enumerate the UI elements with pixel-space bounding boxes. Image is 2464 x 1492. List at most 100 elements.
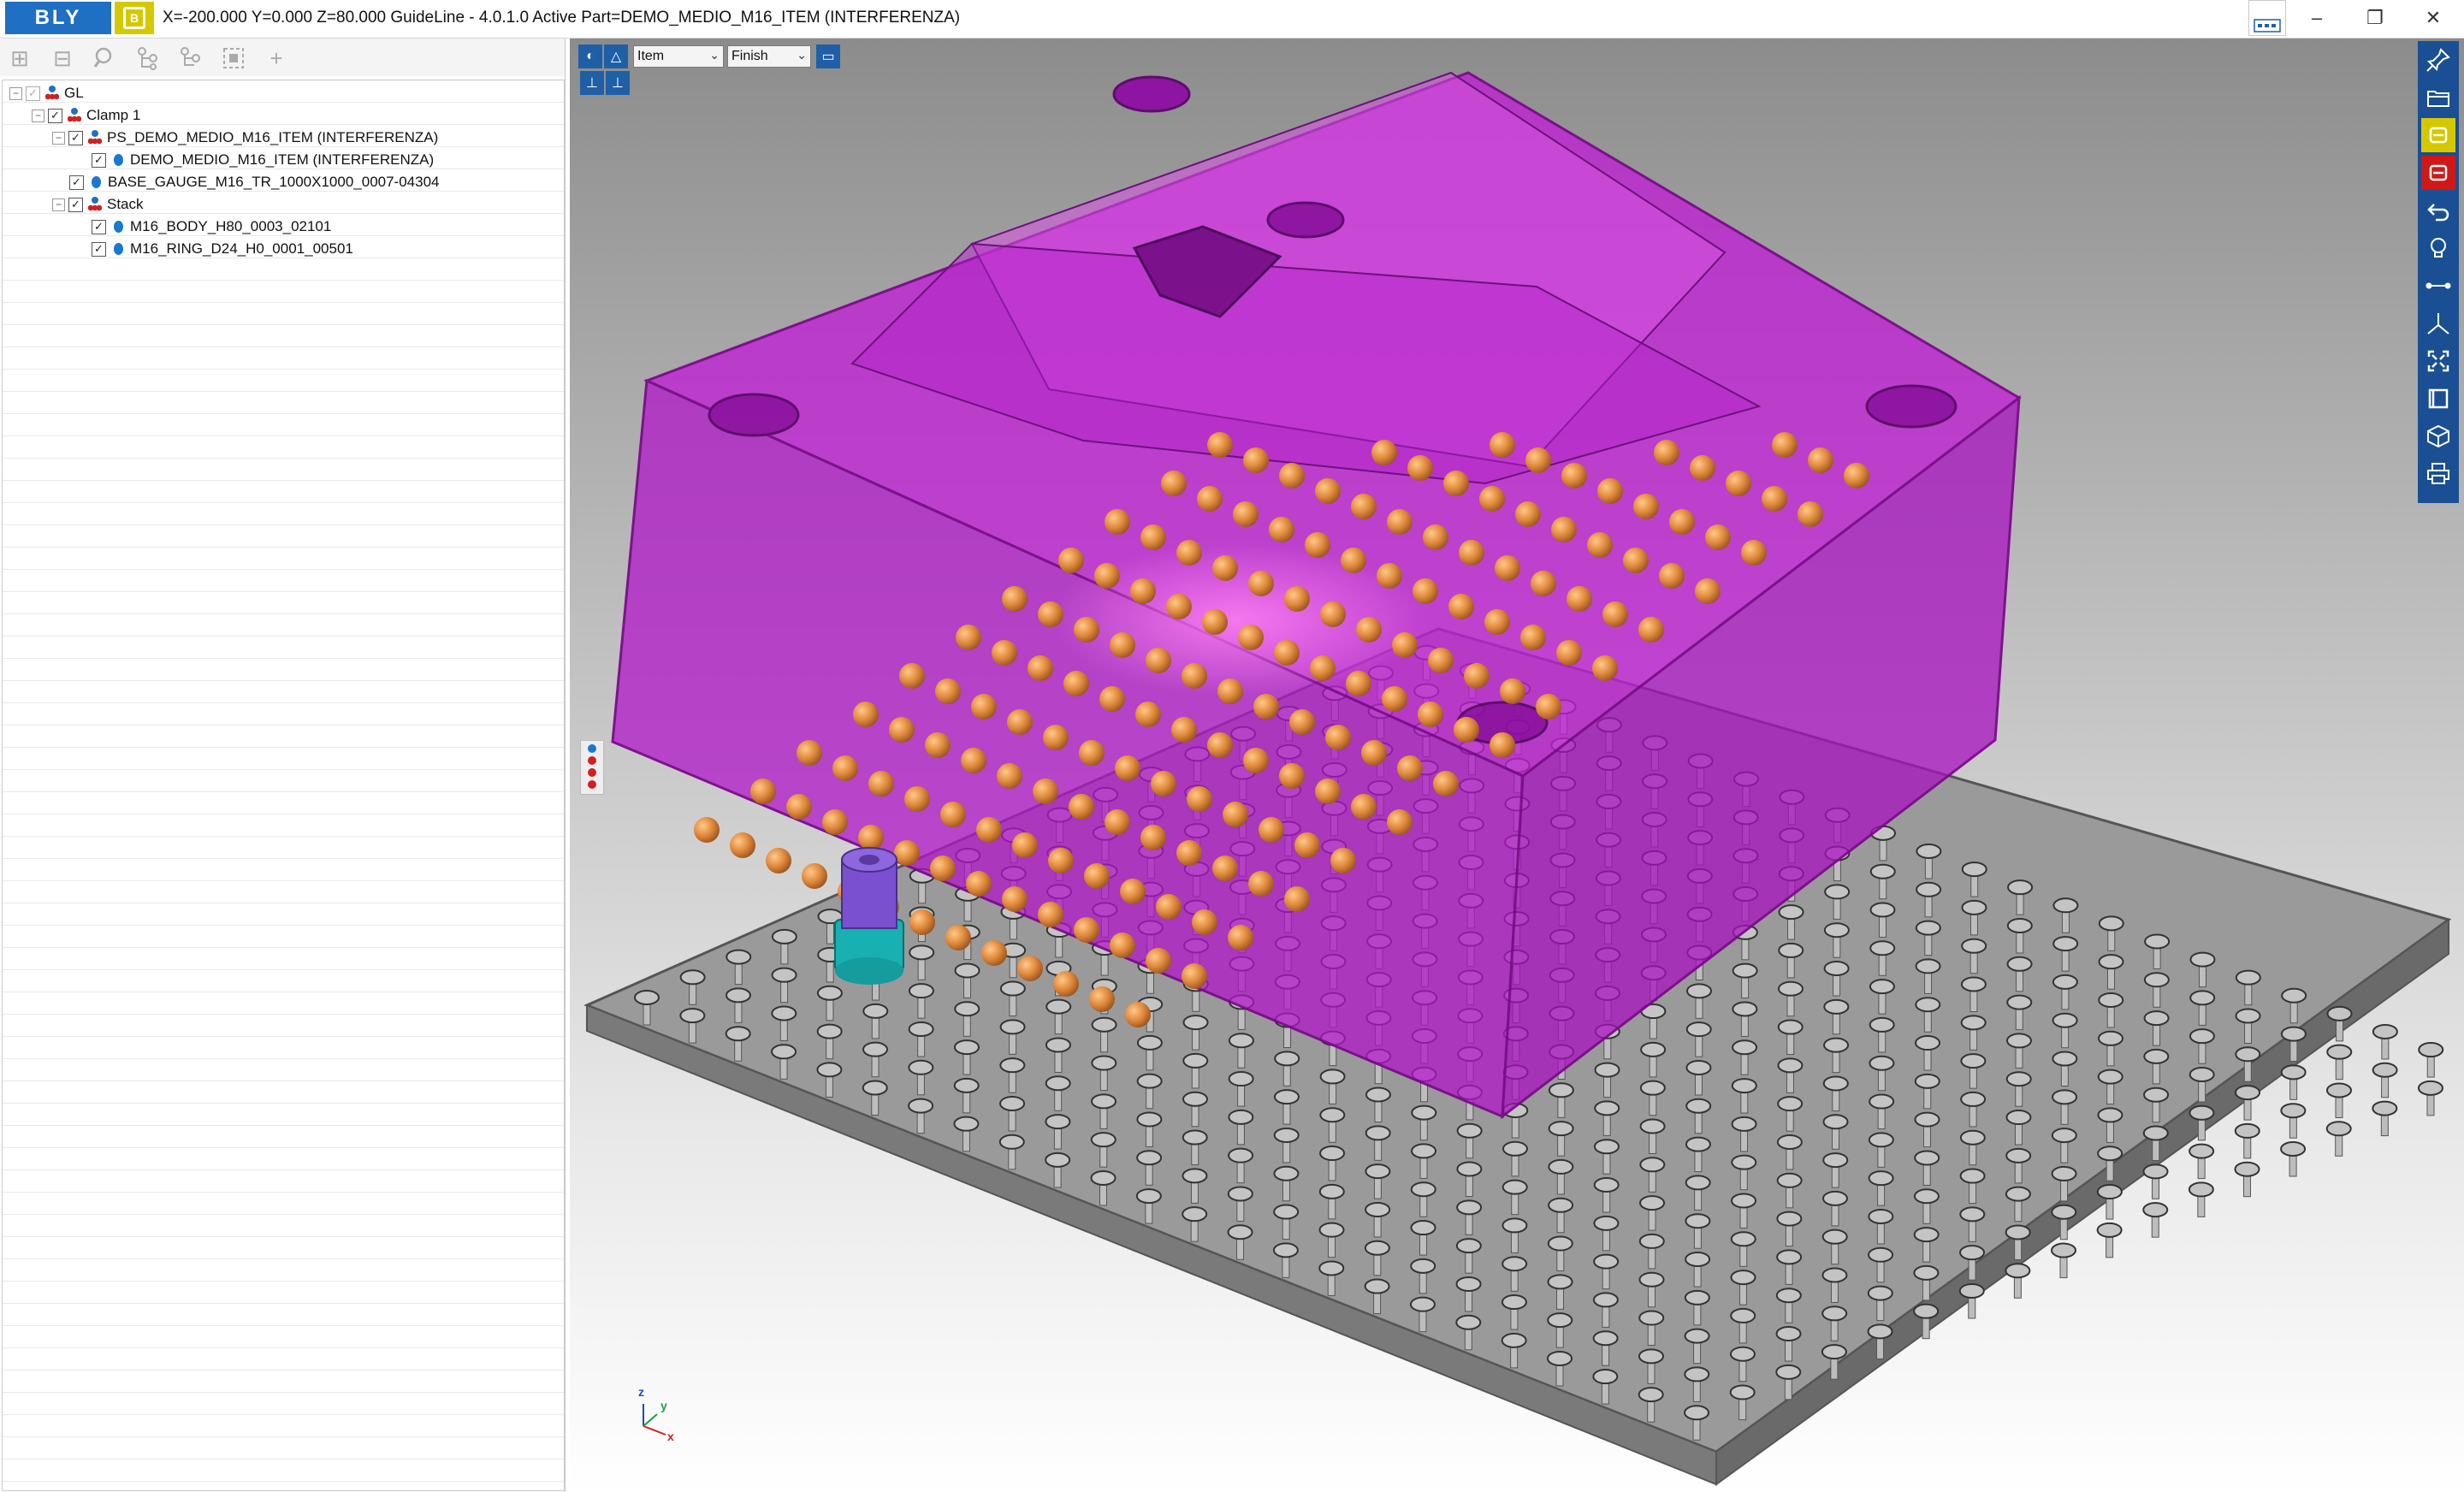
plate-pin-stem [917,995,926,1019]
plate-pin [1365,1201,1391,1217]
tree-branch-alt-icon[interactable] [176,44,205,73]
plate-pin-stem [1693,1302,1702,1326]
plate-pin [1915,920,1941,936]
plate-pin-stem [1693,1341,1702,1365]
collapse-all-icon[interactable]: ⊟ [48,44,77,73]
layout-preview-icon[interactable] [2248,0,2286,36]
plate-pin [1775,1288,1802,1304]
tree-node-base-gauge[interactable]: ✓ BASE_GAUGE_M16_TR_1000X1000_0007-04304 [69,172,440,192]
tree-node-stack[interactable]: − ✓ Stack [52,194,144,215]
restore-button[interactable]: ❐ [2349,3,2401,33]
plate-pin [2143,1086,2170,1103]
layout-icon[interactable]: ▭ [816,44,840,68]
assembly-icon [45,86,59,101]
plate-pin-stem [1145,1162,1153,1186]
side-panel-grip[interactable] [580,740,604,795]
cube-icon[interactable] [2421,419,2455,453]
plate-pin [1823,961,1850,977]
print-icon[interactable] [2421,457,2455,491]
node-checkbox[interactable]: ✓ [26,86,40,101]
y-axis-label: y [660,1399,667,1412]
wireframe-icon[interactable]: △ [604,44,628,68]
shading-icon[interactable]: ◐ [578,44,602,68]
search-icon[interactable] [91,44,120,73]
undo-icon[interactable] [2421,193,2455,228]
lightbulb-icon[interactable] [2421,231,2455,265]
yellow-b-icon[interactable] [2421,118,2455,152]
pin-icon[interactable] [2421,43,2455,77]
add-icon[interactable]: + [262,44,291,73]
contact-ball [853,702,879,727]
plate-pin-stem [1922,1316,1930,1340]
node-checkbox[interactable]: ✓ [92,152,106,168]
fit-selection-icon[interactable] [219,44,248,73]
plate-pin-stem [1785,1338,1793,1362]
node-checkbox[interactable]: ✓ [48,108,62,123]
collapse-toggle[interactable]: − [32,109,44,122]
tree-node-gl[interactable]: − ✓ GL [9,83,84,104]
plate-pin [816,1023,843,1039]
plate-pin-stem [1739,1243,1748,1267]
node-checkbox[interactable]: ✓ [92,241,106,257]
red-b-icon[interactable] [2421,156,2455,190]
bly-logo[interactable]: BLY [5,2,111,34]
plate-pin [2326,1005,2353,1021]
item-select[interactable]: Item ⌄ [633,45,724,68]
plate-pin-stem [1328,1119,1336,1143]
plate-pin [2051,1204,2077,1220]
contact-ball [1341,548,1366,573]
plate-pin [1913,1303,1940,1319]
collapse-toggle[interactable]: − [9,86,22,100]
tree-node-ps-demo[interactable]: − ✓ PS_DEMO_MEDIO_M16_ITEM (INTERFERENZA… [52,127,438,148]
contact-ball [1038,902,1063,927]
plate-pin [1869,863,1896,879]
tree-node-ring[interactable]: ✓ M16_RING_D24_H0_0001_00501 [92,239,353,259]
node-checkbox[interactable]: ✓ [92,219,106,234]
plate-pin [1455,1276,1482,1292]
plate-pin [1227,1224,1253,1240]
measure-icon[interactable] [2421,269,2455,303]
fit-view-icon[interactable] [2421,344,2455,378]
m16-body-stack[interactable] [834,847,904,985]
tree-node-body[interactable]: ✓ M16_BODY_H80_0003_02101 [92,216,331,237]
minimize-button[interactable]: – [2291,3,2343,33]
expand-all-icon[interactable]: ⊞ [5,44,34,73]
plate-pin [1960,1091,1987,1107]
node-checkbox[interactable]: ✓ [68,130,83,145]
contact-ball [694,817,720,843]
plate-pin-stem [826,1036,834,1060]
contact-ball [1377,563,1402,589]
plate-pin-stem [1053,1164,1062,1188]
contact-ball [1192,909,1217,935]
plate-pin-stem [1785,1300,1793,1323]
plate-pin-stem [780,941,789,965]
view-left-icon[interactable]: ⊥ [580,71,604,95]
axis-icon[interactable] [2421,306,2455,340]
b-logo-button[interactable]: B [115,2,154,34]
plate-pin-stem [2014,1160,2023,1184]
plate-pin [1775,1326,1802,1342]
collapse-toggle[interactable]: − [52,198,65,211]
3d-viewport[interactable]: ◐ △ Item ⌄ Finish ⌄ ▭ ⊥ ⊥ z y x [570,38,2464,1492]
close-button[interactable]: ✕ [2408,3,2459,33]
node-checkbox[interactable]: ✓ [68,197,83,212]
scene-canvas[interactable] [570,38,2464,1492]
node-checkbox[interactable]: ✓ [69,175,84,190]
plate-pin-stem [1602,1189,1611,1213]
plate-pin [1961,938,1987,954]
window-icon[interactable] [2421,382,2455,416]
plate-pin-stem [2153,984,2161,1008]
finish-select[interactable]: Finish ⌄ [727,45,811,68]
plate-pin [1913,1264,1940,1281]
contact-ball [1448,594,1474,619]
contact-ball [1423,524,1448,550]
plate-pin [1502,1179,1528,1195]
tree-node-demo-item[interactable]: ✓ DEMO_MEDIO_M16_ITEM (INTERFERENZA) [92,150,434,170]
tree-branch-icon[interactable] [133,44,163,73]
plate-pin [999,1095,1026,1111]
view-right-icon[interactable]: ⊥ [606,71,630,95]
plate-pin-stem [734,1038,743,1062]
collapse-toggle[interactable]: − [52,131,65,145]
tree-node-clamp[interactable]: − ✓ Clamp 1 [32,105,140,126]
open-folder-icon[interactable] [2421,80,2455,115]
